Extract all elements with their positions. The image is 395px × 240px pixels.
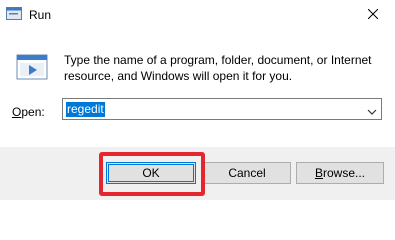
run-program-icon [16,52,48,84]
run-app-icon [6,7,22,21]
open-combobox[interactable]: regedit [62,98,382,120]
dialog-content: Type the name of a program, folder, docu… [0,30,395,147]
close-button[interactable] [351,0,395,30]
close-icon [367,8,379,22]
open-label-text: pen: [21,105,45,119]
open-label-accelerator: O [12,105,22,119]
chevron-down-icon[interactable] [367,105,377,115]
dialog-description: Type the name of a program, folder, docu… [64,53,372,83]
highlight-box [99,152,205,196]
browse-accelerator: B [314,166,323,180]
title-bar: Run [0,0,395,30]
browse-button[interactable]: Browse... [296,162,384,184]
cancel-button[interactable]: Cancel [203,162,291,184]
cancel-button-label: Cancel [228,166,266,180]
window-title: Run [29,8,52,22]
open-label: Open: [12,105,45,119]
open-input-value[interactable]: regedit [66,102,105,117]
browse-button-label: rowse... [323,166,366,180]
